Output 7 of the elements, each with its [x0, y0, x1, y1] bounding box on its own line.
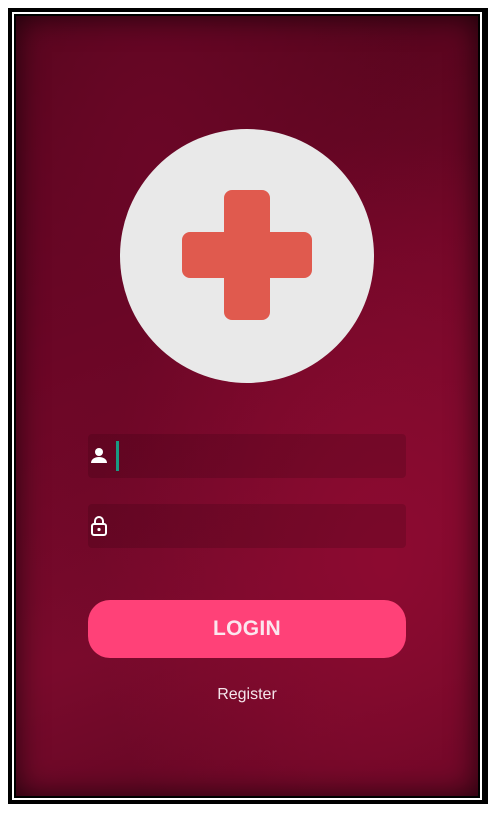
logo-icon — [119, 128, 375, 384]
user-icon — [89, 446, 109, 466]
lock-icon — [89, 515, 109, 537]
register-link[interactable]: Register — [217, 686, 277, 704]
username-field[interactable] — [88, 434, 406, 478]
password-field[interactable] — [88, 504, 406, 548]
text-cursor — [116, 441, 119, 471]
